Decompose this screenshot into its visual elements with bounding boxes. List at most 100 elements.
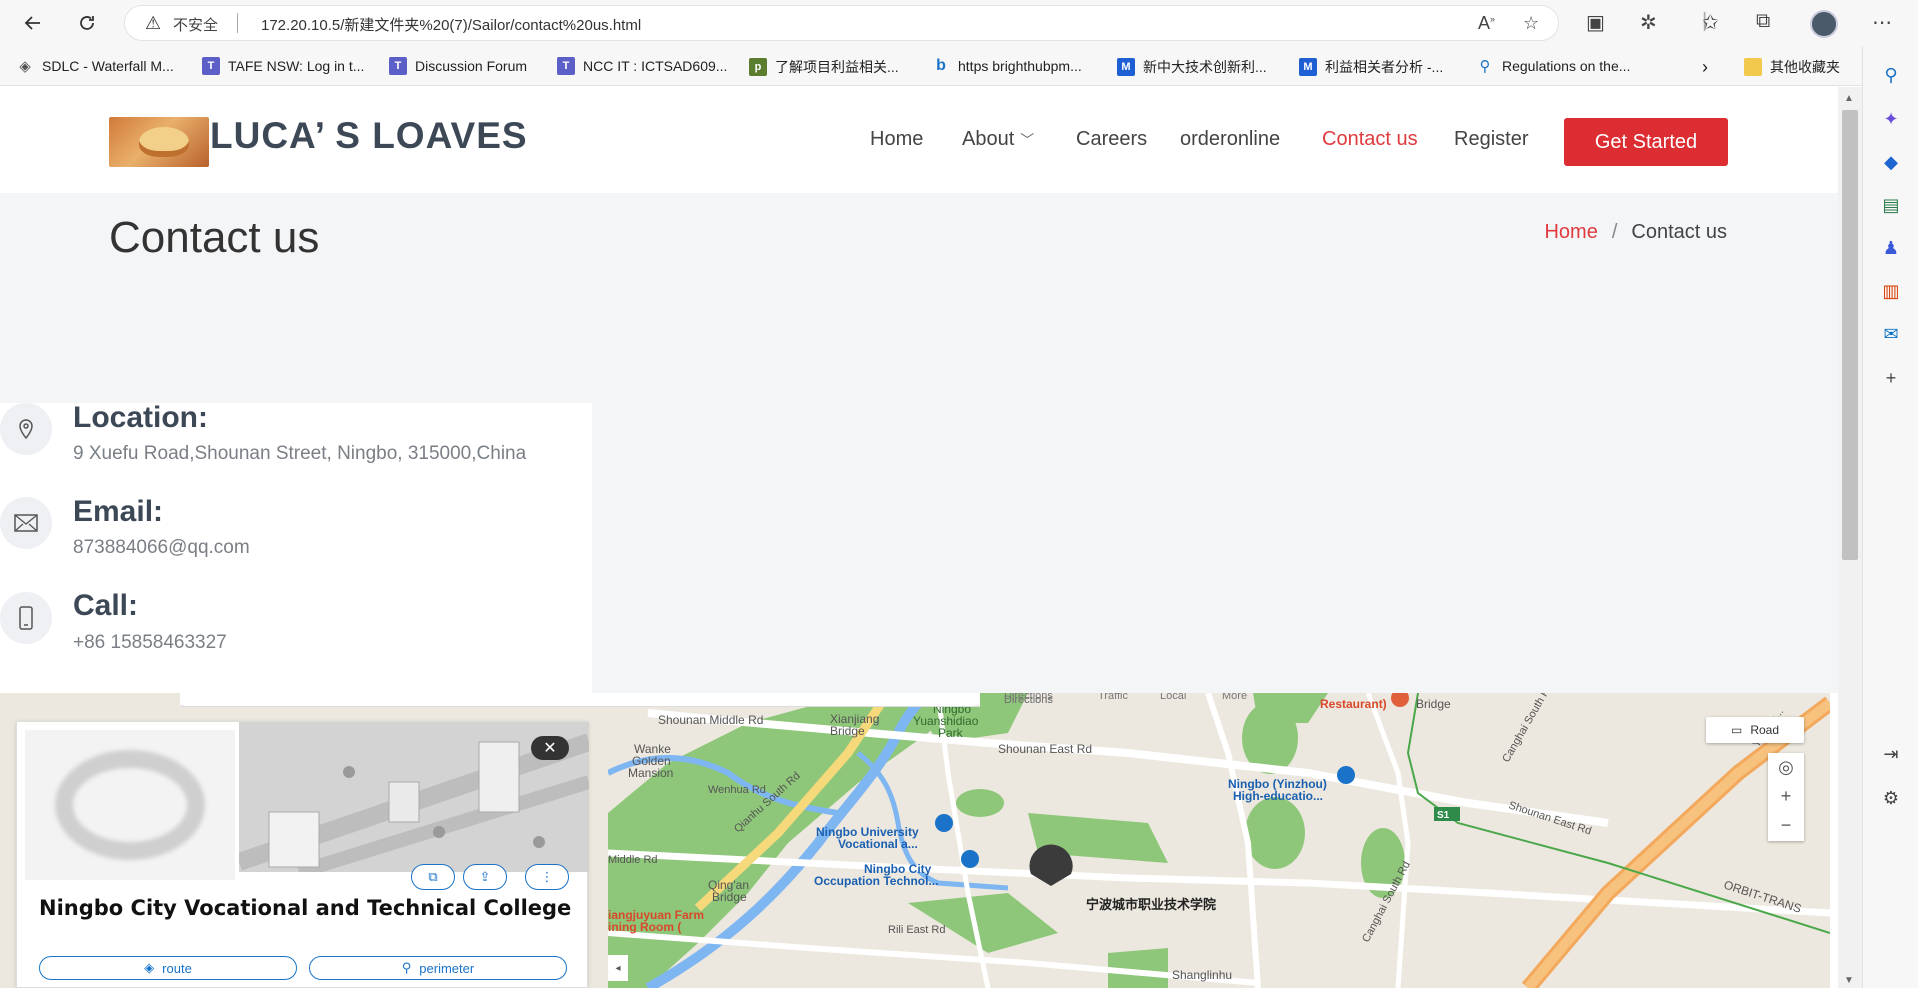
map-label: Shounan East Rd	[998, 742, 1092, 756]
close-icon[interactable]: ✕	[531, 736, 569, 760]
zoom-in-button[interactable]: +	[1768, 782, 1804, 811]
teams-icon: T	[202, 57, 220, 75]
scroll-down-icon[interactable]: ▼	[1844, 975, 1854, 986]
call-title: Call:	[73, 589, 139, 622]
nav-careers[interactable]: Careers	[1076, 128, 1147, 151]
copilot-icon[interactable]: ✦	[1879, 107, 1903, 131]
map-traffic-item[interactable]: Traffic	[1098, 693, 1128, 702]
site-header: LUCA’ S LOAVES Home About ﹀ Careers order…	[0, 87, 1838, 193]
chevron-down-icon: ﹀	[1020, 132, 1035, 148]
warning-icon[interactable]: ⚠	[145, 13, 161, 34]
bing-icon: b	[936, 57, 946, 74]
outlook-icon[interactable]: ✉	[1879, 322, 1903, 346]
route-icon: ◈	[144, 960, 155, 975]
tools-icon[interactable]: ▤	[1879, 193, 1903, 217]
split-screen-icon[interactable]: ▣	[1586, 10, 1605, 35]
nav-home[interactable]: Home	[870, 128, 923, 151]
save-place-icon[interactable]: ⧉	[411, 864, 455, 890]
teams-icon: T	[389, 57, 407, 75]
zoom-controls: ◎ + −	[1768, 753, 1804, 841]
bookmark-item[interactable]: ◈ SDLC - Waterfall M...	[16, 57, 174, 75]
m-icon: M	[1299, 58, 1317, 76]
email-icon	[0, 497, 52, 549]
add-icon[interactable]: +	[1879, 366, 1903, 390]
email-title: Email:	[73, 495, 164, 528]
road-map-icon: ▭	[1730, 723, 1743, 737]
sdlc-icon: ◈	[19, 58, 31, 75]
edge-sidebar: ⚲ ✦ ◆ ▤ ♟ ▥ ✉ + ⇥ ⚙	[1862, 46, 1918, 988]
logo-text[interactable]: LUCA’ S LOAVES	[210, 115, 528, 157]
map-style-label: Road	[1750, 723, 1780, 737]
back-icon[interactable]	[18, 8, 48, 38]
bookmark-item[interactable]: ⚲ Regulations on the...	[1476, 57, 1631, 75]
sidebar-toggle-icon[interactable]: ⇥	[1879, 742, 1903, 766]
bookmark-label: Discussion Forum	[415, 58, 528, 74]
nav-register[interactable]: Register	[1454, 128, 1528, 151]
map-label: Restaurant)	[1320, 697, 1387, 711]
map-label: Bridge	[830, 724, 865, 738]
map-canvas[interactable]: Restaurant) Bridge Shounan Middle Rd Xia…	[608, 693, 1830, 988]
bookmark-item[interactable]: b https brighthubpm...	[932, 57, 1082, 75]
breadcrumb-separator: /	[1611, 221, 1618, 243]
map-label: Wenhua Rd	[708, 784, 766, 796]
more-menu-icon[interactable]: ⋯	[1872, 10, 1892, 35]
add-favorite-icon[interactable]: ☆	[1523, 13, 1539, 34]
nav-orderonline[interactable]: orderonline	[1180, 128, 1280, 151]
get-started-button[interactable]: Get Started	[1564, 118, 1728, 166]
zoom-out-button[interactable]: −	[1768, 811, 1804, 840]
map-local-item[interactable]: Local	[1160, 693, 1186, 702]
bookmarks-overflow-icon[interactable]: ›	[1702, 57, 1708, 78]
teams-icon: T	[557, 57, 575, 75]
locate-me-icon[interactable]: ◎	[1768, 753, 1804, 782]
map-label: Rili East Rd	[888, 924, 945, 936]
folder-icon	[1744, 58, 1762, 76]
share-icon[interactable]: ⇪	[463, 864, 507, 890]
map-label: Park	[938, 726, 964, 740]
bookmark-item[interactable]: M 新中大技术创新利...	[1117, 57, 1267, 77]
games-icon[interactable]: ♟	[1879, 236, 1903, 260]
map-more-item[interactable]: More	[1222, 693, 1247, 702]
breadcrumb-home[interactable]: Home	[1544, 221, 1597, 243]
bookmark-item[interactable]: T Discussion Forum	[389, 57, 527, 75]
search-icon: ⚲	[1479, 58, 1491, 75]
map-label: Vocational a...	[838, 837, 918, 851]
location-title: Location:	[73, 401, 208, 434]
logo-image[interactable]	[109, 117, 209, 167]
nav-about[interactable]: About ﹀	[962, 128, 1034, 151]
profile-avatar[interactable]	[1810, 10, 1838, 38]
insecure-label[interactable]: 不安全	[173, 14, 218, 35]
location-icon	[0, 403, 52, 455]
map-embed[interactable]: Restaurant) Bridge Shounan Middle Rd Xia…	[0, 693, 1830, 988]
office-icon[interactable]: ▥	[1879, 279, 1903, 303]
nav-contact-us[interactable]: Contact us	[1322, 128, 1418, 151]
refresh-icon[interactable]	[72, 8, 102, 38]
shopping-icon[interactable]: ◆	[1879, 150, 1903, 174]
map-label: Shounan Middle Rd	[658, 713, 763, 727]
map-directions-item[interactable]: Directions	[1004, 693, 1053, 702]
scrollbar-thumb[interactable]	[1842, 110, 1858, 560]
extensions-icon[interactable]: ✲	[1640, 10, 1657, 35]
map-style-button[interactable]: ▭ Road	[1706, 717, 1804, 743]
call-value[interactable]: +86 15858463327	[73, 632, 227, 654]
more-options-icon[interactable]: ⋮	[525, 864, 569, 890]
settings-icon[interactable]: ⚙	[1879, 786, 1903, 810]
route-button[interactable]: ◈ route	[39, 956, 297, 980]
bookmark-item[interactable]: T NCC IT : ICTSAD609...	[557, 57, 727, 75]
no-photo-icon	[25, 730, 235, 880]
read-aloud-icon[interactable]: A»	[1478, 13, 1495, 34]
email-value[interactable]: 873884066@qq.com	[73, 537, 250, 559]
bookmark-item[interactable]: p 了解项目利益相关...	[749, 57, 899, 77]
bookmark-item[interactable]: M 利益相关者分析 -...	[1299, 57, 1443, 77]
collections-icon[interactable]: ⧉	[1756, 10, 1770, 33]
bookmark-label: https brighthubpm...	[958, 58, 1082, 74]
url-text[interactable]: 172.20.10.5/新建文件夹%20(7)/Sailor/contact%2…	[261, 14, 641, 35]
search-icon[interactable]: ⚲	[1879, 63, 1903, 87]
map-placeholder-area	[592, 403, 1838, 693]
bookmark-item[interactable]: T TAFE NSW: Log in t...	[202, 57, 364, 75]
collapse-panel-icon[interactable]: ◂	[608, 955, 628, 981]
scroll-up-icon[interactable]: ▲	[1844, 93, 1854, 104]
other-favorites[interactable]: 其他收藏夹	[1744, 57, 1840, 77]
address-bar[interactable]: ⚠ 不安全 172.20.10.5/新建文件夹%20(7)/Sailor/con…	[124, 5, 1559, 41]
perimeter-button[interactable]: ⚲ perimeter	[309, 956, 567, 980]
favorites-icon[interactable]: ✩	[1702, 10, 1719, 35]
